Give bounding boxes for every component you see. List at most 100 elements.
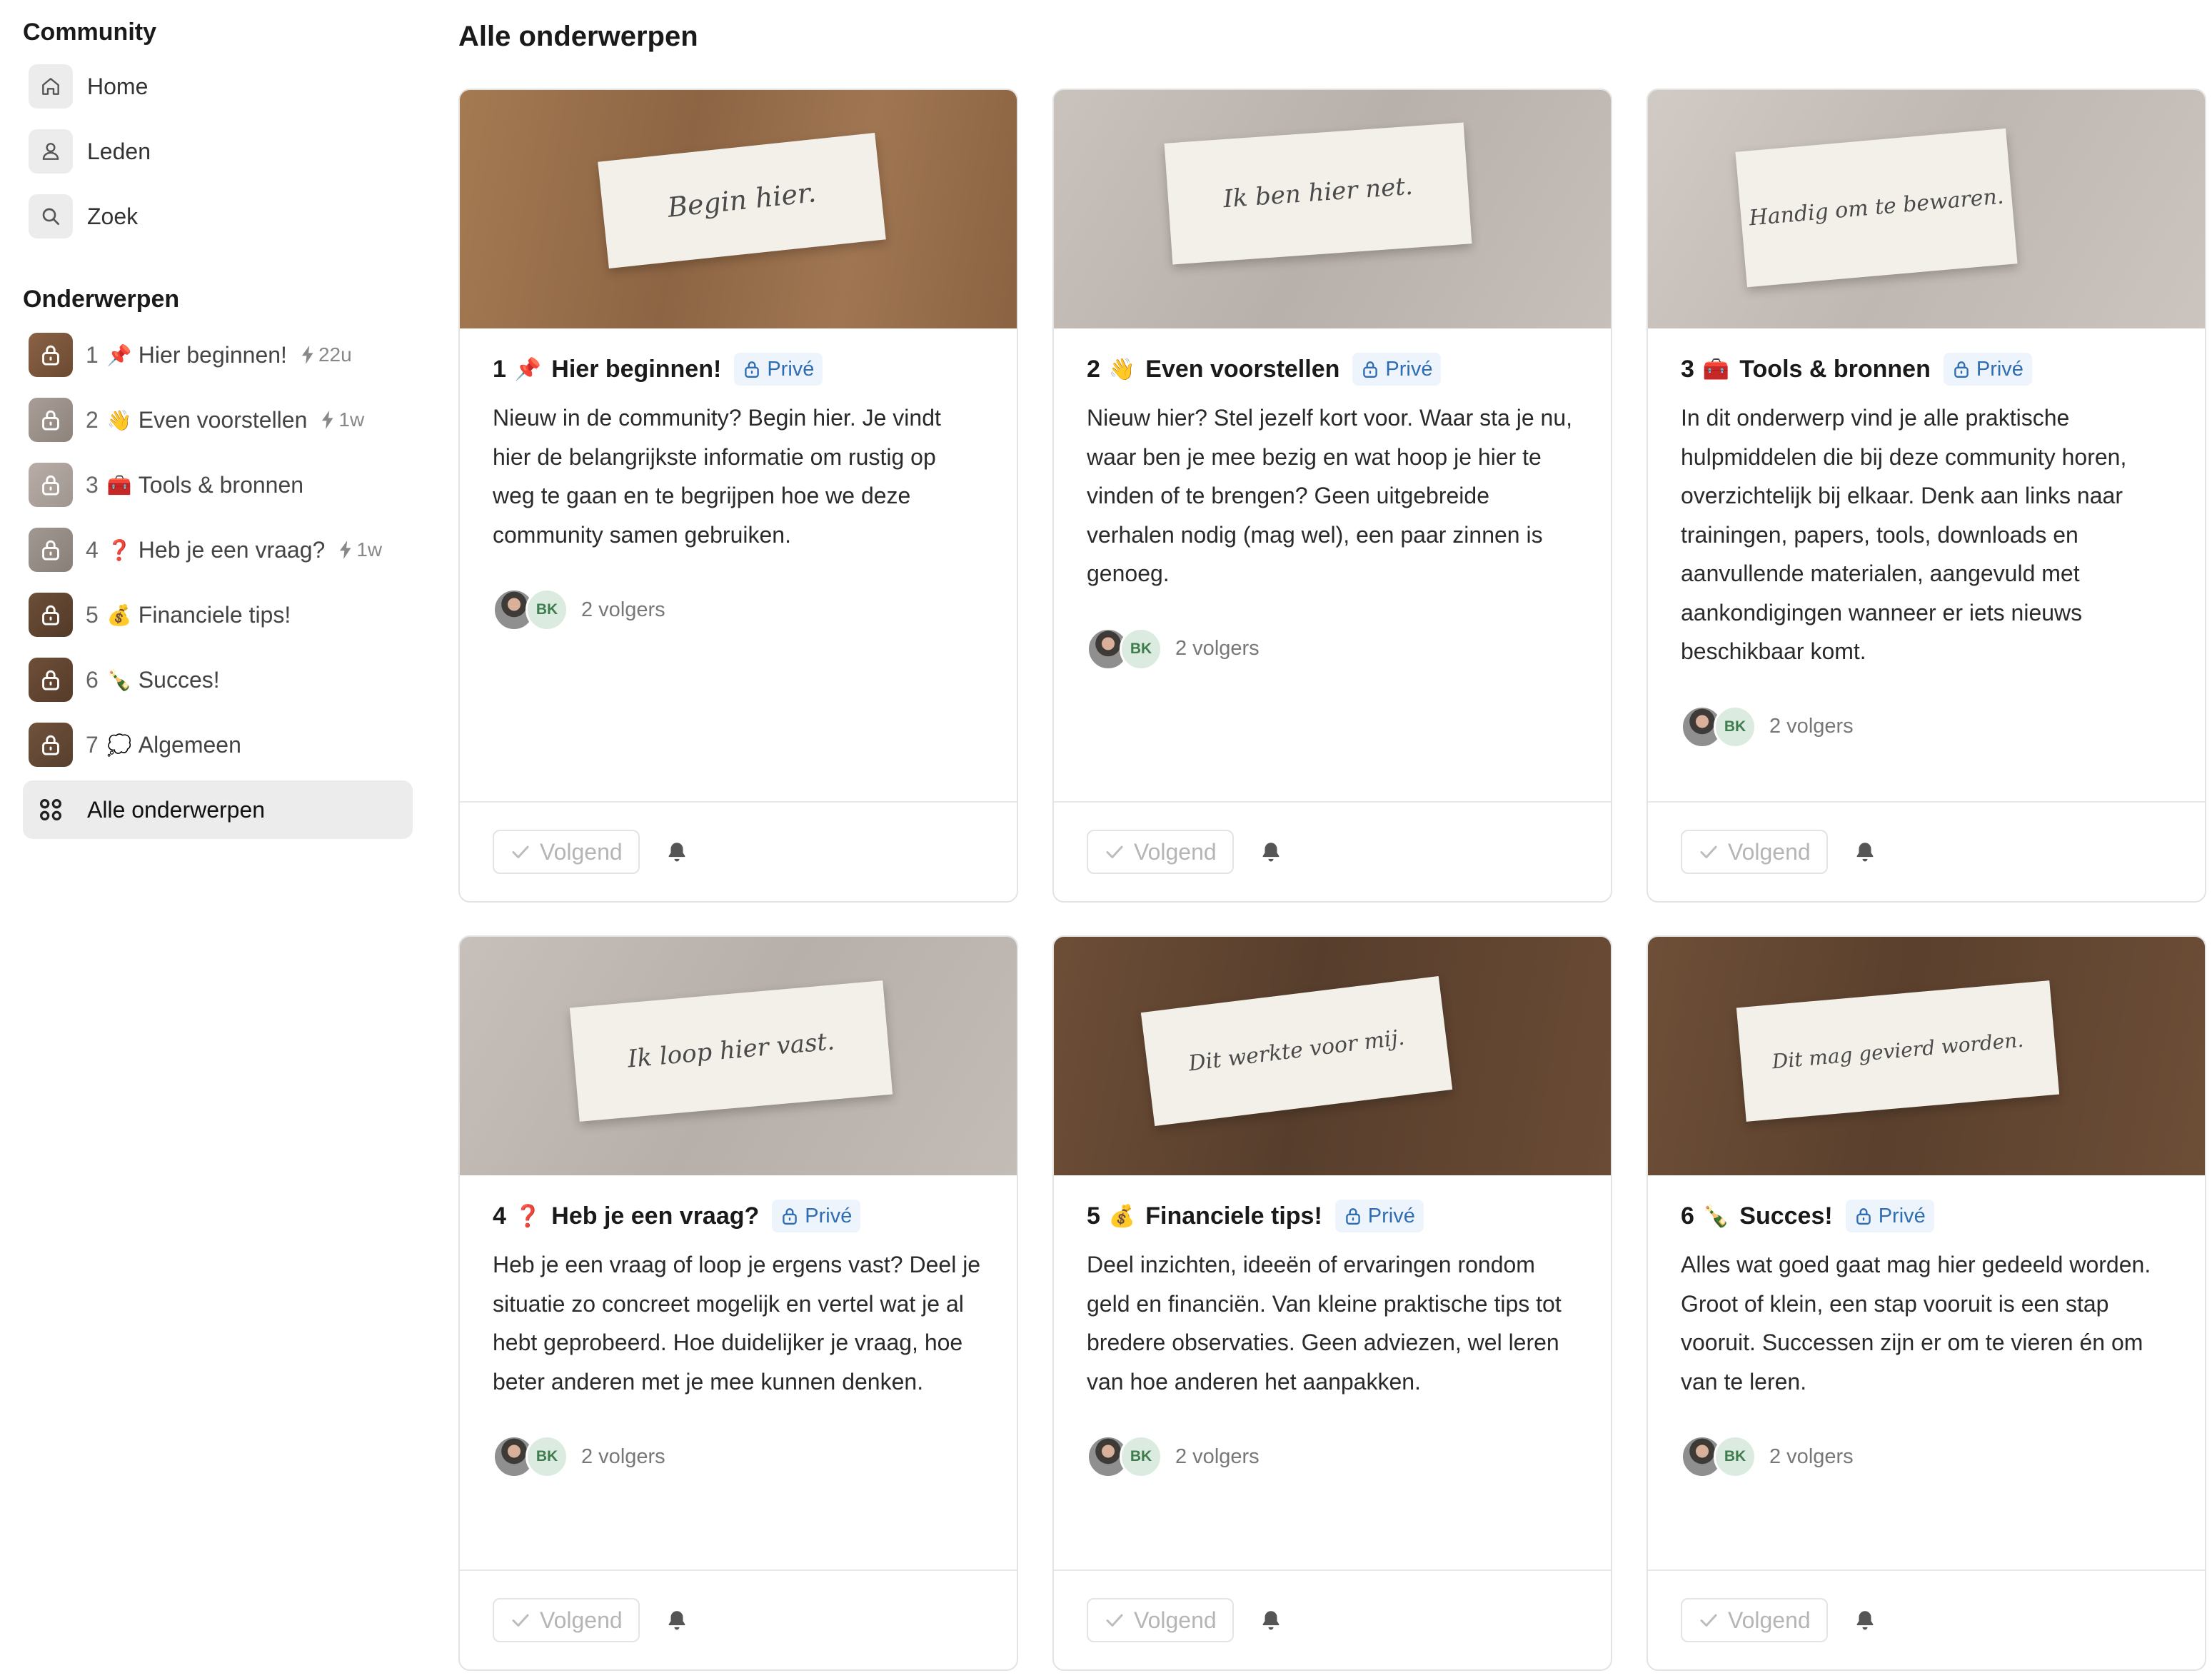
card-footer: Volgend xyxy=(1054,801,1611,901)
lock-icon xyxy=(743,359,767,379)
topic-label: Even voorstellen xyxy=(138,406,308,433)
lock-icon xyxy=(1344,1206,1368,1226)
check-icon xyxy=(510,841,540,863)
sidebar-item-topic[interactable]: 2 👋 Even voorstellen 1w xyxy=(23,391,413,449)
private-label: Privé xyxy=(1976,357,2024,381)
topic-card[interactable]: Begin hier. 1 📌 Hier beginnen! Privé Nie… xyxy=(458,89,1018,903)
bell-icon[interactable] xyxy=(664,1607,690,1633)
card-cover-image: Handig om te bewaren. xyxy=(1648,90,2205,328)
bell-icon[interactable] xyxy=(664,839,690,865)
paper-note: Dit werkte voor mij. xyxy=(1140,976,1453,1126)
sidebar-item-topic[interactable]: 5 💰 Financiele tips! xyxy=(23,586,413,644)
follow-label: Volgend xyxy=(1728,838,1811,865)
lock-icon xyxy=(1361,359,1385,379)
card-emoji: 🧰 xyxy=(1702,357,1730,381)
check-icon xyxy=(510,1609,540,1631)
card-description: Deel inzichten, ideeën of ervaringen ron… xyxy=(1087,1252,1562,1395)
sidebar-item-label: Alle onderwerpen xyxy=(87,796,266,823)
card-emoji: 💰 xyxy=(1108,1204,1136,1228)
sidebar-item-topic[interactable]: 1 📌 Hier beginnen! 22u xyxy=(23,326,413,384)
sidebar-item-label: Home xyxy=(87,73,149,99)
followers[interactable]: BK 2 volgers xyxy=(1681,705,2172,748)
followers[interactable]: BK 2 volgers xyxy=(1681,1435,2172,1478)
sidebar-item-topic[interactable]: 3 🧰 Tools & bronnen xyxy=(23,456,413,514)
bell-icon[interactable] xyxy=(1852,839,1878,865)
topic-emoji: 👋 xyxy=(106,408,132,431)
topic-number: 5 xyxy=(86,601,99,628)
topic-card[interactable]: Handig om te bewaren. 3 🧰 Tools & bronne… xyxy=(1647,89,2206,903)
card-number: 2 xyxy=(1087,355,1100,383)
sidebar-item-topic[interactable]: 4 ❓ Heb je een vraag? 1w xyxy=(23,521,413,579)
topic-emoji: 💰 xyxy=(106,603,132,626)
follow-button[interactable]: Volgend xyxy=(1681,1598,1828,1642)
bell-icon[interactable] xyxy=(1258,1607,1284,1633)
follow-button[interactable]: Volgend xyxy=(493,1598,640,1642)
card-footer: Volgend xyxy=(1648,801,2205,901)
sidebar-item-zoek[interactable]: Zoek xyxy=(23,187,413,246)
sidebar-item-topic[interactable]: 6 🍾 Succes! xyxy=(23,650,413,709)
card-cover-image: Dit mag gevierd worden. xyxy=(1648,937,2205,1175)
card-footer: Volgend xyxy=(1648,1569,2205,1669)
card-cover-image: Ik loop hier vast. xyxy=(460,937,1017,1175)
card-emoji: 👋 xyxy=(1108,357,1136,381)
card-title[interactable]: Heb je een vraag? xyxy=(551,1202,759,1230)
sidebar-item-label: Zoek xyxy=(87,203,139,229)
bell-icon[interactable] xyxy=(1258,839,1284,865)
bell-icon[interactable] xyxy=(1852,1607,1878,1633)
topic-label: Financiele tips! xyxy=(138,601,291,628)
bolt-icon xyxy=(321,411,338,429)
card-title[interactable]: Tools & bronnen xyxy=(1739,356,1931,383)
card-title[interactable]: Hier beginnen! xyxy=(551,356,721,383)
topic-emoji: 📌 xyxy=(106,343,132,366)
topic-emoji: 🍾 xyxy=(106,668,132,691)
followers[interactable]: BK 2 volgers xyxy=(1087,627,1578,670)
card-title[interactable]: Financiele tips! xyxy=(1145,1202,1322,1230)
follow-label: Volgend xyxy=(1134,1607,1217,1633)
follow-label: Volgend xyxy=(1134,838,1217,865)
followers[interactable]: BK 2 volgers xyxy=(493,1435,984,1478)
card-description: Alles wat goed gaat mag hier gedeeld wor… xyxy=(1681,1252,2151,1395)
card-cover-image: Ik ben hier net. xyxy=(1054,90,1611,328)
card-emoji: ❓ xyxy=(514,1204,542,1228)
card-description: Heb je een vraag of loop je ergens vast?… xyxy=(493,1252,981,1395)
sidebar-item-topic[interactable]: 7 💭 Algemeen xyxy=(23,715,413,774)
follow-label: Volgend xyxy=(1728,1607,1811,1633)
activity-time: 22u xyxy=(318,343,352,366)
private-badge: Privé xyxy=(734,353,823,386)
follow-button[interactable]: Volgend xyxy=(1681,830,1828,874)
follow-button[interactable]: Volgend xyxy=(493,830,640,874)
avatar: BK xyxy=(1120,1435,1162,1478)
topic-emoji: 💭 xyxy=(106,733,132,756)
paper-note: Begin hier. xyxy=(598,133,886,268)
sidebar-item-label: Leden xyxy=(87,138,151,164)
card-description: Nieuw in de community? Begin hier. Je vi… xyxy=(493,405,941,548)
paper-note: Dit mag gevierd worden. xyxy=(1736,980,2060,1122)
followers[interactable]: BK 2 volgers xyxy=(493,588,984,631)
followers[interactable]: BK 2 volgers xyxy=(1087,1435,1578,1478)
follow-label: Volgend xyxy=(540,838,623,865)
private-badge: Privé xyxy=(1845,1200,1934,1232)
topic-label: Hier beginnen! xyxy=(138,341,287,368)
sidebar-item-leden[interactable]: Leden xyxy=(23,122,413,181)
topics-heading: Onderwerpen xyxy=(23,286,180,313)
topic-card[interactable]: Ik loop hier vast. 4 ❓ Heb je een vraag?… xyxy=(458,935,1018,1671)
card-title[interactable]: Even voorstellen xyxy=(1145,356,1339,383)
sidebar-item-all-topics[interactable]: Alle onderwerpen xyxy=(23,780,413,839)
card-number: 5 xyxy=(1087,1202,1100,1230)
paper-note: Ik loop hier vast. xyxy=(569,980,893,1122)
followers-count: 2 volgers xyxy=(1175,1445,1260,1468)
card-emoji: 🍾 xyxy=(1702,1204,1730,1228)
topic-card[interactable]: Ik ben hier net. 2 👋 Even voorstellen Pr… xyxy=(1052,89,1612,903)
follow-button[interactable]: Volgend xyxy=(1087,1598,1234,1642)
topic-label: Heb je een vraag? xyxy=(138,536,326,563)
lock-icon xyxy=(780,1206,805,1226)
sidebar: Community Home Leden Zoek Onderwerpen 1 … xyxy=(23,14,413,845)
topic-card[interactable]: Dit mag gevierd worden. 6 🍾 Succes! Priv… xyxy=(1647,935,2206,1671)
card-title[interactable]: Succes! xyxy=(1739,1202,1832,1230)
follow-button[interactable]: Volgend xyxy=(1087,830,1234,874)
avatar: BK xyxy=(526,588,568,631)
search-icon xyxy=(29,194,73,238)
sidebar-item-home[interactable]: Home xyxy=(23,57,413,116)
topic-card[interactable]: Dit werkte voor mij. 5 💰 Financiele tips… xyxy=(1052,935,1612,1671)
user-icon xyxy=(29,129,73,174)
